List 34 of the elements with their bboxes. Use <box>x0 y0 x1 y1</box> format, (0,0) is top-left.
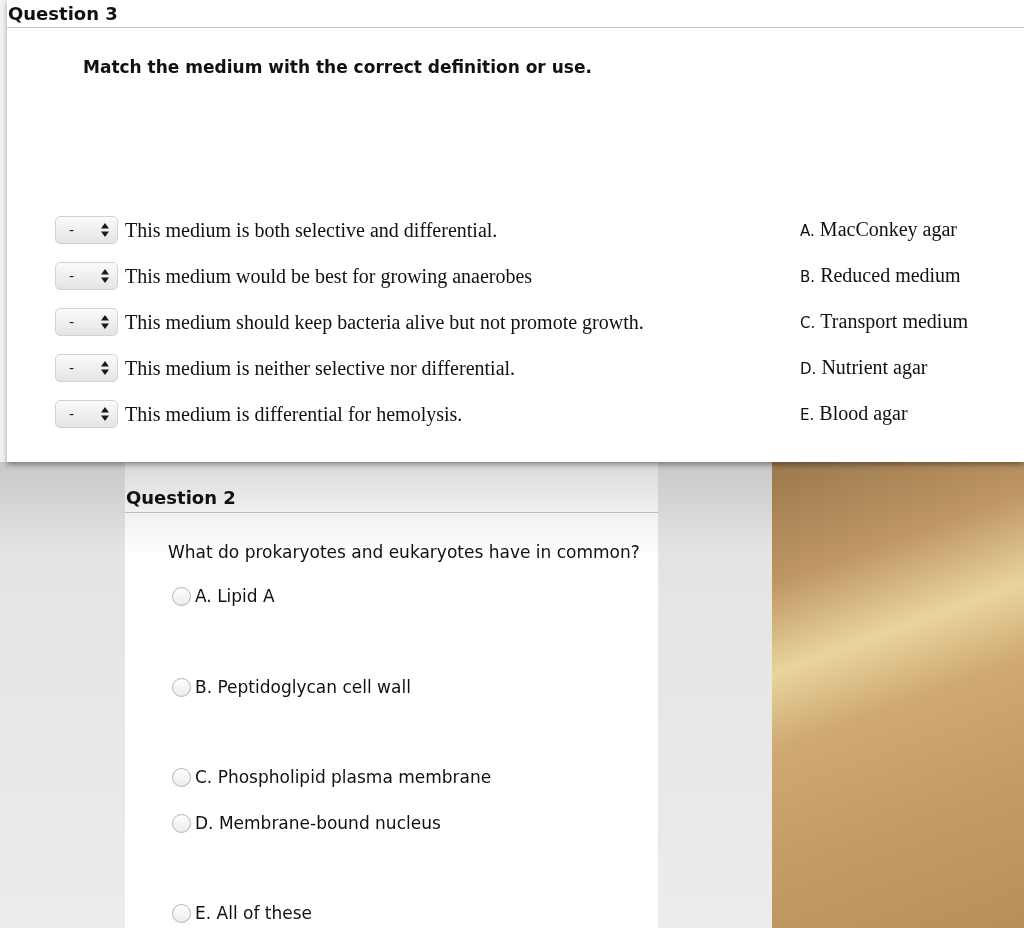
question-prompt: What do prokaryotes and eukaryotes have in common? <box>168 541 640 564</box>
match-dropdown[interactable]: - <box>55 400 118 428</box>
radio-button[interactable] <box>172 677 191 697</box>
up-down-arrows-icon <box>101 407 109 421</box>
statement-text: This medium should keep bacteria alive but not promote growth. <box>125 310 644 334</box>
question-title: Question 3 <box>8 1 118 26</box>
answer-option: A. MacConkey agar <box>800 217 958 243</box>
match-dropdown[interactable]: - <box>55 354 118 382</box>
answer-option: B. Reduced medium <box>800 263 961 289</box>
match-dropdown[interactable]: - <box>55 308 118 336</box>
match-dropdown[interactable]: - <box>55 216 118 244</box>
radio-button[interactable] <box>172 767 191 787</box>
question-prompt: Match the medium with the correct definition or use. <box>83 56 592 79</box>
answer-option: C. Transport medium <box>800 309 968 335</box>
option-label[interactable]: B. Peptidoglycan cell wall <box>195 675 411 699</box>
answer-option: D. Nutrient agar <box>800 355 928 381</box>
answer-option: E. Blood agar <box>800 401 908 427</box>
up-down-arrows-icon <box>101 361 109 375</box>
statement-text: This medium is differential for hemolysis. <box>125 402 463 426</box>
statement-text: This medium is both selective and differential. <box>125 218 498 242</box>
radio-button[interactable] <box>172 586 191 606</box>
match-dropdown[interactable]: - <box>55 262 118 290</box>
option-label[interactable]: A. Lipid A <box>195 584 275 608</box>
option-label[interactable]: E. All of these <box>195 901 313 925</box>
up-down-arrows-icon <box>101 223 109 237</box>
radio-button[interactable] <box>172 903 191 923</box>
radio-button[interactable] <box>172 813 191 833</box>
up-down-arrows-icon <box>101 315 109 329</box>
statement-text: This medium is neither selective nor differential. <box>125 356 516 380</box>
option-label[interactable]: D. Membrane-bound nucleus <box>195 811 441 835</box>
up-down-arrows-icon <box>101 269 109 283</box>
option-label[interactable]: C. Phospholipid plasma membrane <box>195 765 492 789</box>
question-title: Question 2 <box>126 486 236 510</box>
statement-text: This medium would be best for growing anaerobes <box>125 264 533 288</box>
